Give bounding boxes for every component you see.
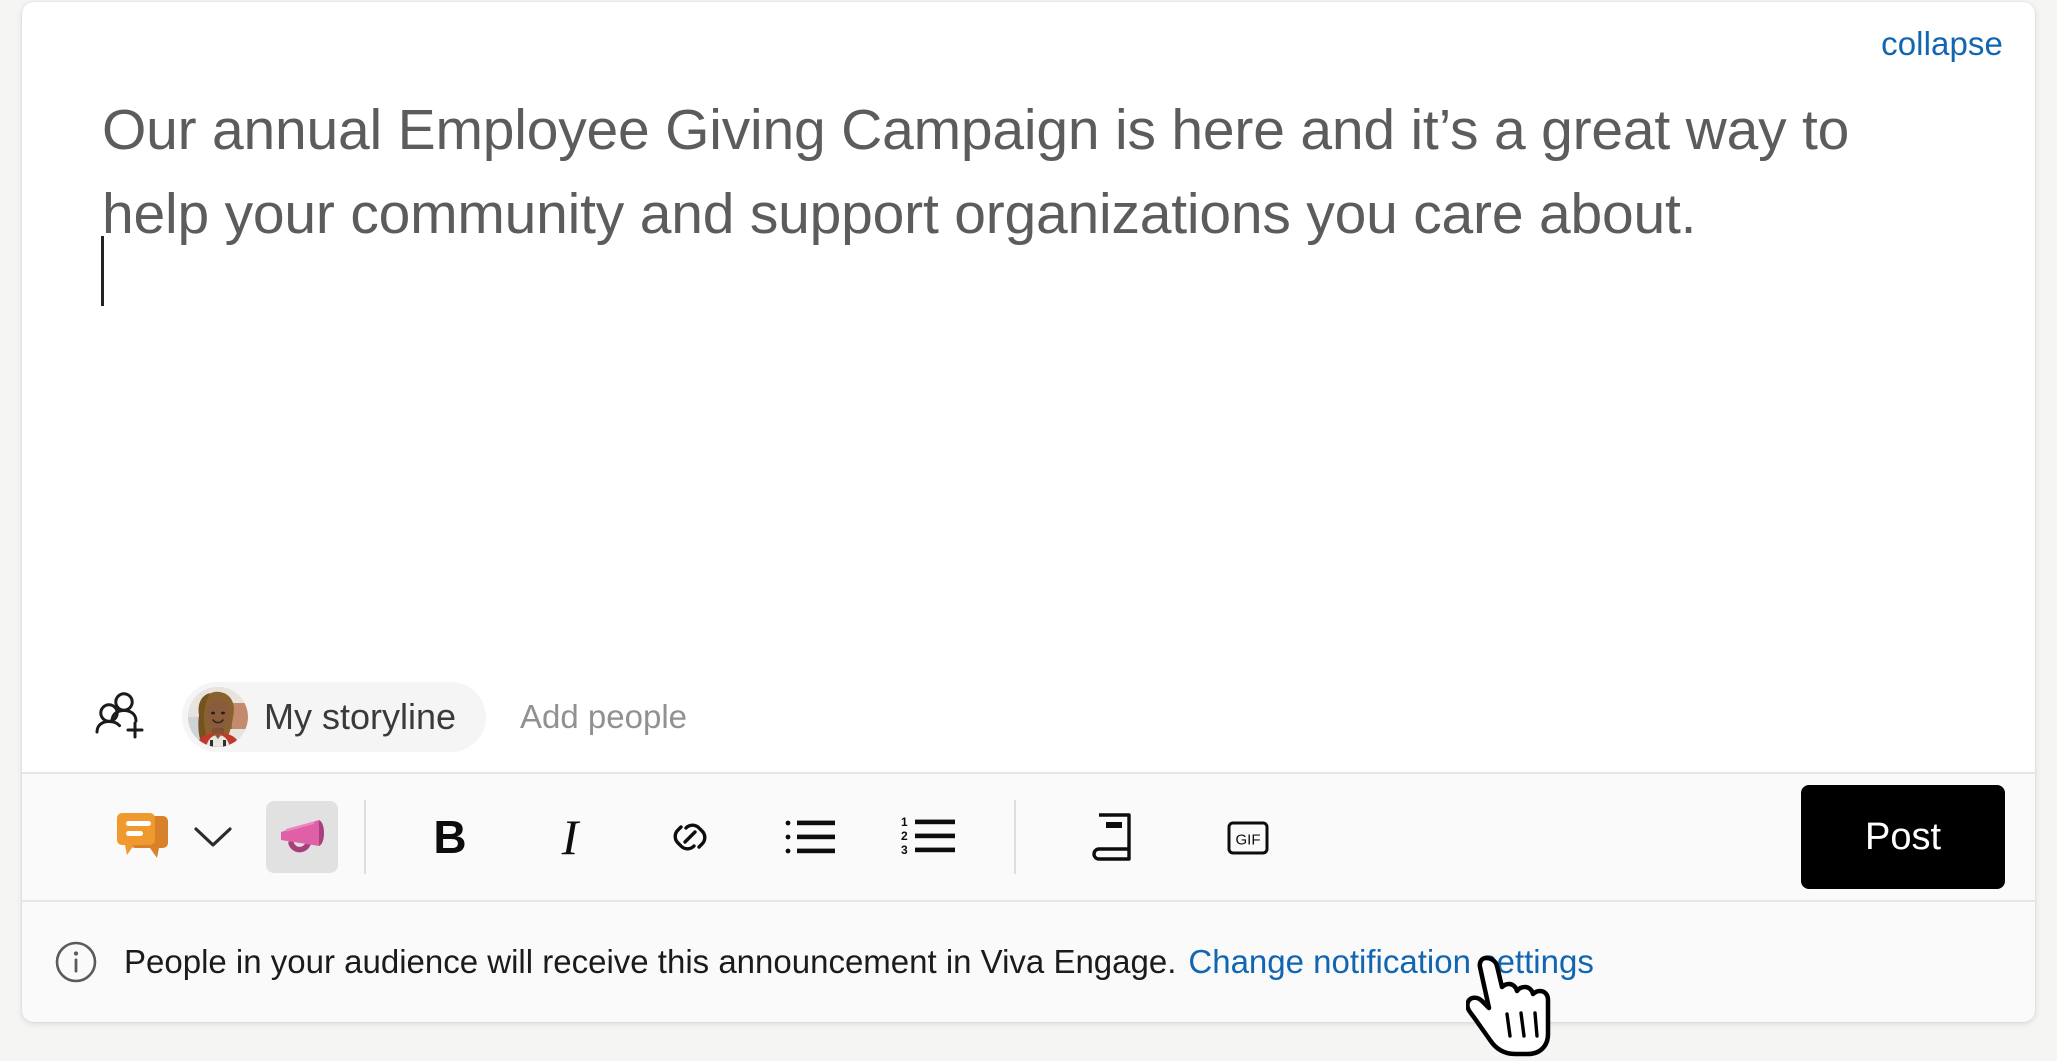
info-icon	[54, 940, 98, 984]
bulleted-list-icon	[785, 820, 835, 854]
bold-icon: B	[433, 811, 467, 863]
post-body-text[interactable]: Our annual Employee Giving Campaign is h…	[102, 88, 1952, 256]
post-button[interactable]: Post	[1801, 785, 2005, 889]
notification-message: People in your audience will receive thi…	[124, 943, 1177, 980]
svg-text:GIF: GIF	[1236, 832, 1261, 849]
bold-button[interactable]: B	[414, 801, 486, 873]
add-people-icon[interactable]	[94, 691, 146, 743]
post-composer-card: collapse Our annual Employee Giving Camp…	[22, 2, 2035, 1022]
svg-text:3: 3	[901, 843, 908, 857]
numbered-list-button[interactable]: 1 2 3	[894, 801, 966, 873]
post-editor-area[interactable]: Our annual Employee Giving Campaign is h…	[22, 88, 2035, 662]
italic-button[interactable]: I	[534, 801, 606, 873]
link-button[interactable]	[654, 801, 726, 873]
link-icon	[673, 823, 707, 851]
svg-text:1: 1	[901, 815, 908, 829]
post-type-announcement-button[interactable]	[266, 801, 338, 873]
toolbar-divider-1	[364, 800, 366, 874]
post-type-discussion-button[interactable]	[108, 801, 180, 873]
numbered-list-icon: 1 2 3	[901, 815, 955, 857]
bulleted-list-button[interactable]	[774, 801, 846, 873]
toolbar-divider-2	[1014, 800, 1016, 874]
article-button[interactable]	[1078, 801, 1150, 873]
svg-text:2: 2	[901, 829, 908, 843]
gif-icon: GIF	[1227, 821, 1269, 855]
audience-row: My storyline Add people	[22, 662, 2035, 772]
italic-icon: I	[561, 809, 579, 865]
audience-name: My storyline	[264, 696, 457, 737]
audience-chip-my-storyline[interactable]: My storyline	[182, 682, 487, 752]
avatar	[188, 687, 248, 747]
book-icon	[1092, 813, 1131, 861]
gif-button[interactable]: GIF	[1212, 801, 1284, 873]
add-people-input[interactable]: Add people	[520, 698, 687, 736]
screen: collapse Our annual Employee Giving Camp…	[0, 0, 2057, 1061]
composer-header: collapse	[22, 2, 2035, 88]
collapse-link[interactable]: collapse	[1881, 24, 2003, 64]
chevron-down-icon[interactable]	[186, 801, 240, 873]
notification-bar: People in your audience will receive thi…	[22, 900, 2035, 1022]
change-notification-settings-link[interactable]: Change notification settings	[1188, 943, 1593, 981]
composer-toolbar: B I 1 2 3 GIF Post	[22, 772, 2035, 900]
